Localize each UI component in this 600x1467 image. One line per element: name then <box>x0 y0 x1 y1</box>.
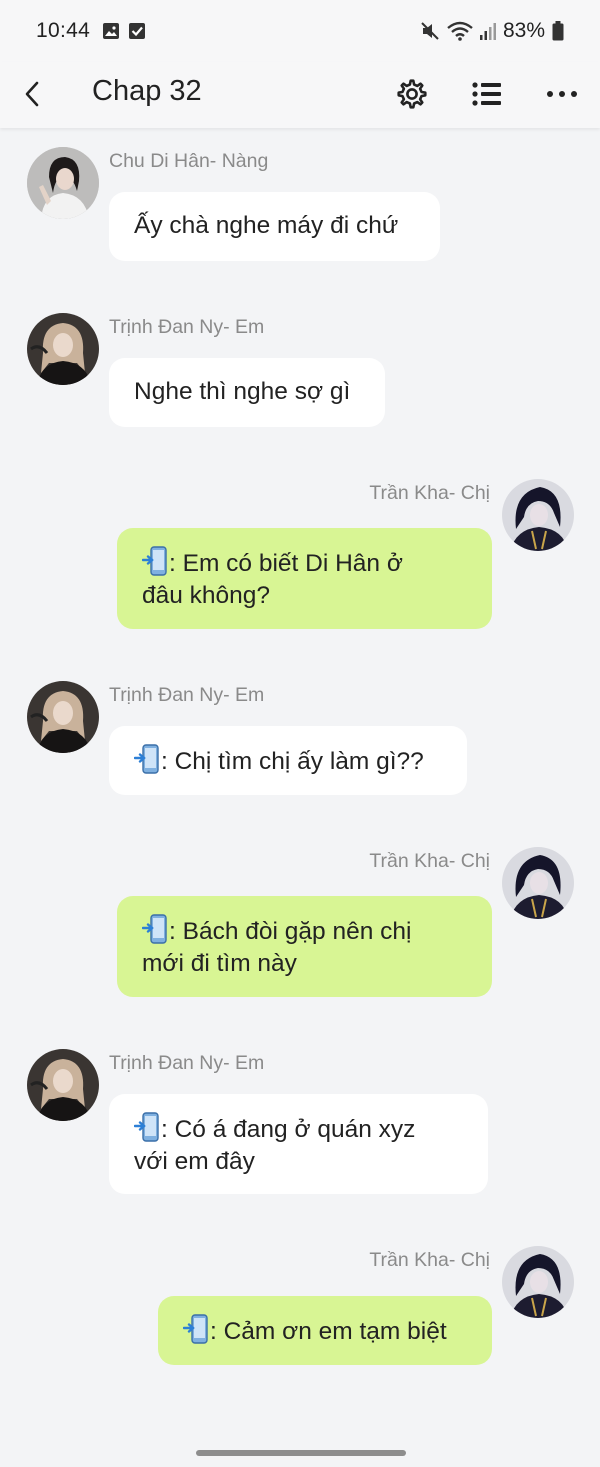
message-text-line-2: với em đây <box>134 1148 255 1175</box>
message-bubble: : Bách đòi gặp nên chị mới đi tìm này <box>117 896 492 997</box>
gear-icon <box>397 79 427 109</box>
avatar-image <box>27 681 99 753</box>
home-indicator[interactable] <box>196 1450 406 1456</box>
sender-name: Trịnh Đan Ny- Em <box>109 316 265 338</box>
avatar-image <box>502 1246 574 1318</box>
settings-button[interactable] <box>390 72 434 116</box>
more-icon <box>547 91 577 97</box>
sender-name: Trịnh Đan Ny- Em <box>109 684 265 706</box>
avatar-trinh-dan-ny[interactable] <box>27 1049 99 1121</box>
avatar-trinh-dan-ny[interactable] <box>27 313 99 385</box>
avatar-image <box>27 1049 99 1121</box>
message-bubble: : Chị tìm chị ấy làm gì?? <box>109 726 467 795</box>
message-text: : Cảm ơn em tạm biệt <box>210 1318 447 1345</box>
avatar-tran-kha[interactable] <box>502 1246 574 1318</box>
sender-name: Trần Kha- Chị <box>369 482 490 504</box>
message-bubble: Nghe thì nghe sợ gì <box>109 358 385 427</box>
sender-name: Chu Di Hân- Nàng <box>109 150 269 172</box>
image-icon <box>103 23 120 39</box>
message-bubble: : Em có biết Di Hân ở đâu không? <box>117 528 492 629</box>
phone-emoji-icon <box>183 1314 208 1344</box>
sender-name: Trần Kha- Chị <box>369 850 490 872</box>
list-icon <box>472 82 501 106</box>
phone-emoji-icon <box>134 1112 159 1142</box>
message-bubble: Ấy chà nghe máy đi chứ <box>109 192 440 261</box>
avatar-image <box>27 313 99 385</box>
avatar-tran-kha[interactable] <box>502 479 574 551</box>
battery-icon <box>552 21 564 41</box>
sender-name: Trịnh Đan Ny- Em <box>109 1052 265 1074</box>
message-text-line-2: đâu không? <box>142 582 271 609</box>
avatar-image <box>502 479 574 551</box>
message-bubble: : Cảm ơn em tạm biệt <box>158 1296 492 1365</box>
page-title: Chap 32 <box>92 75 202 107</box>
signal-icon <box>479 23 496 40</box>
status-time: 10:44 <box>36 19 91 42</box>
message-text: : Bách đòi gặp nên chị <box>169 918 412 945</box>
message-text: Ấy chà nghe máy đi chứ <box>134 212 399 239</box>
message-text: : Có á đang ở quán xyz <box>161 1116 416 1143</box>
message-text-line-2: mới đi tìm này <box>142 950 297 977</box>
back-button[interactable] <box>14 74 50 114</box>
avatar-image <box>27 147 99 219</box>
back-arrow-icon <box>25 81 39 107</box>
app-bar: Chap 32 <box>0 62 600 128</box>
phone-emoji-icon <box>134 744 159 774</box>
more-options-button[interactable] <box>540 72 584 116</box>
message-text: : Em có biết Di Hân ở <box>169 550 403 577</box>
avatar-image <box>502 847 574 919</box>
mute-icon <box>421 22 439 40</box>
sender-name: Trần Kha- Chị <box>369 1249 490 1271</box>
phone-emoji-icon <box>142 546 167 576</box>
wifi-icon <box>447 21 473 41</box>
message-bubble: : Có á đang ở quán xyz với em đây <box>109 1094 488 1194</box>
message-text: : Chị tìm chị ấy làm gì?? <box>161 748 424 775</box>
avatar-trinh-dan-ny[interactable] <box>27 681 99 753</box>
phone-emoji-icon <box>142 914 167 944</box>
chapter-list-button[interactable] <box>465 72 509 116</box>
avatar-chu-di-han[interactable] <box>27 147 99 219</box>
battery-percent: 83% <box>502 19 545 42</box>
avatar-tran-kha[interactable] <box>502 847 574 919</box>
checkbox-icon <box>129 23 146 39</box>
message-text: Nghe thì nghe sợ gì <box>134 378 351 405</box>
status-bar: 10:44 83% <box>0 0 600 62</box>
